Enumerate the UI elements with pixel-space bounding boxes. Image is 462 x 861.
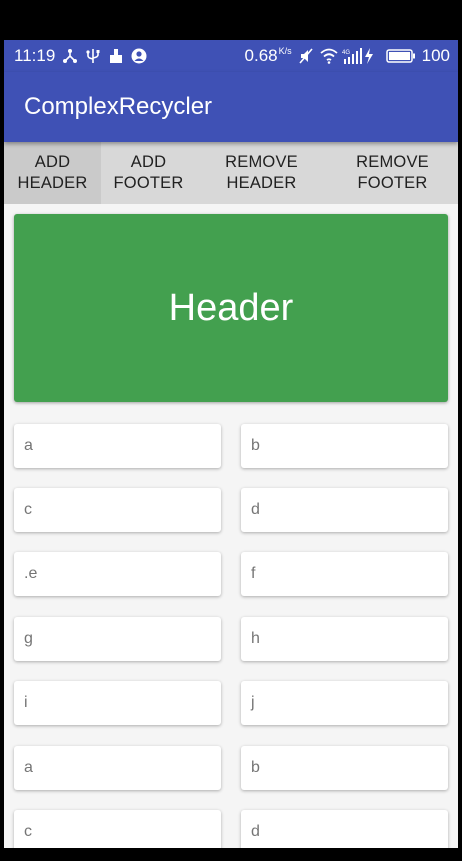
grid-item-label: a bbox=[24, 759, 33, 776]
svg-text:4G: 4G bbox=[342, 50, 350, 56]
grid-item[interactable]: d bbox=[241, 810, 448, 848]
grid-item[interactable]: d bbox=[241, 488, 448, 532]
grid-item-label: f bbox=[251, 565, 256, 582]
network-speed-unit: K/s bbox=[278, 46, 292, 57]
grid-item-label: i bbox=[24, 694, 28, 711]
grid-item-label: j bbox=[251, 694, 255, 711]
add-header-button[interactable]: ADD HEADER bbox=[4, 142, 101, 204]
grid-item[interactable]: i bbox=[14, 681, 221, 725]
action-buttons-bar: ADD HEADER ADD FOOTER REMOVE HEADER REMO… bbox=[4, 142, 458, 204]
add-footer-label: ADD FOOTER bbox=[113, 153, 184, 192]
grid-item[interactable]: j bbox=[241, 681, 448, 725]
grid-item[interactable]: f bbox=[241, 552, 448, 596]
grid-item-label: b bbox=[251, 437, 260, 454]
remove-footer-button[interactable]: REMOVE FOOTER bbox=[327, 142, 458, 204]
grid-item-label: h bbox=[251, 630, 260, 647]
grid-item[interactable]: g bbox=[14, 617, 221, 661]
charging-icon bbox=[364, 48, 380, 64]
cleaner-icon bbox=[108, 48, 124, 64]
status-bar-left: 11:19 bbox=[4, 46, 147, 66]
app-bar: ComplexRecycler bbox=[4, 72, 458, 142]
signal-4g-icon: 4G bbox=[342, 48, 362, 64]
grid-item[interactable]: c bbox=[14, 810, 221, 848]
wifi-icon bbox=[320, 48, 338, 64]
header-card: Header bbox=[14, 214, 448, 402]
battery-level: 100 bbox=[421, 46, 450, 65]
grid-item-label: .e bbox=[24, 565, 38, 582]
add-footer-button[interactable]: ADD FOOTER bbox=[101, 142, 196, 204]
grid-item-label: c bbox=[24, 501, 32, 518]
status-time: 11:19 bbox=[14, 46, 56, 65]
account-icon bbox=[131, 48, 147, 64]
grid-item-label: c bbox=[24, 823, 32, 840]
grid-item-label: d bbox=[251, 501, 260, 518]
grid-item[interactable]: b bbox=[241, 746, 448, 790]
add-header-label: ADD HEADER bbox=[17, 153, 88, 192]
grid-item-label: b bbox=[251, 759, 260, 776]
grid-item[interactable]: b bbox=[241, 424, 448, 468]
grid-item-label: g bbox=[24, 630, 33, 647]
remove-header-label: REMOVE HEADER bbox=[225, 153, 298, 192]
battery-icon bbox=[385, 48, 416, 64]
header-label: Header bbox=[168, 286, 294, 329]
share-icon bbox=[62, 48, 78, 64]
network-speed-value: 0.68 bbox=[244, 46, 278, 65]
grid-item[interactable]: a bbox=[14, 424, 221, 468]
phone-screen: 11:19 0.68K/s 4G 100 ComplexRecycler ADD… bbox=[4, 40, 458, 848]
grid-item[interactable]: .e bbox=[14, 552, 221, 596]
status-bar-right: 0.68K/s 4G 100 bbox=[245, 46, 458, 66]
grid-item[interactable]: h bbox=[241, 617, 448, 661]
status-bar: 11:19 0.68K/s 4G 100 bbox=[4, 40, 458, 72]
remove-footer-label: REMOVE FOOTER bbox=[356, 153, 429, 192]
usb-icon bbox=[85, 48, 101, 64]
grid-item-label: a bbox=[24, 437, 33, 454]
grid-item[interactable]: a bbox=[14, 746, 221, 790]
remove-header-button[interactable]: REMOVE HEADER bbox=[196, 142, 327, 204]
grid-item[interactable]: c bbox=[14, 488, 221, 532]
network-speed: 0.68K/s bbox=[245, 46, 292, 66]
mute-icon bbox=[298, 48, 314, 64]
app-title: ComplexRecycler bbox=[24, 93, 213, 120]
grid-item-label: d bbox=[251, 823, 260, 840]
